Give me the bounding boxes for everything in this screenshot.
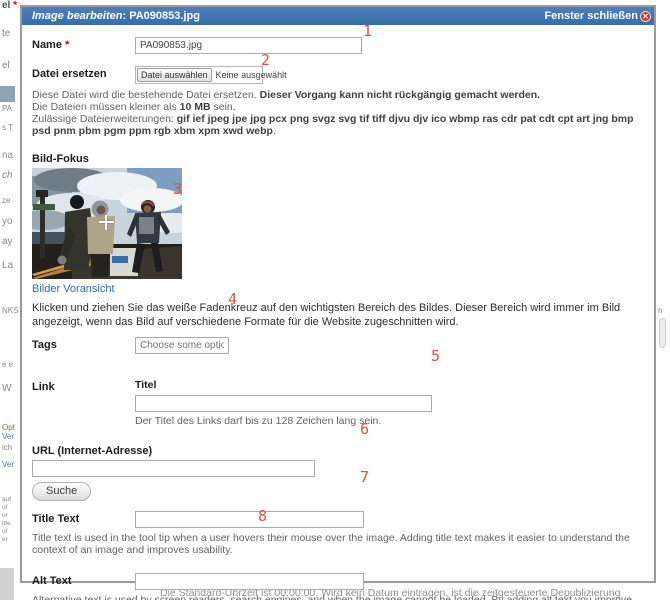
bg-text-fragment: e e	[2, 360, 14, 369]
choose-file-button[interactable]: Datei auswählen	[137, 68, 212, 82]
link-title-label: Titel	[135, 379, 157, 391]
bg-text-fragment: n	[658, 306, 663, 315]
page-scrollbar[interactable]	[659, 318, 666, 348]
annotation-4: 4	[228, 290, 238, 308]
url-input[interactable]	[32, 460, 315, 477]
bg-text-fragment: PA	[2, 104, 13, 113]
bg-link-fragment: Opt	[2, 423, 15, 432]
bg-text-fragment: s T	[2, 123, 13, 132]
close-icon[interactable]: ✕	[640, 10, 651, 22]
name-label: Name *	[32, 39, 70, 51]
image-focus-label: Bild-Fokus	[32, 153, 89, 165]
bg-text-fragment: ch	[2, 170, 13, 181]
file-status-text: Keine ausgewählt	[215, 70, 287, 80]
bg-text-fragment: ze	[2, 196, 11, 205]
annotation-6: 6	[360, 420, 370, 438]
edit-image-dialog: Image bearbeiten: PA090853.jpg Fenster s…	[20, 5, 656, 600]
replace-file-label: Datei ersetzen	[32, 68, 107, 80]
bg-text-fragment: ich	[2, 443, 13, 452]
bg-link-fragment: Ver	[2, 460, 15, 469]
alt-text-help: Alternative text is used by screen reade…	[32, 594, 633, 600]
bg-sidebar-fragment	[0, 568, 14, 600]
bg-text-fragment: yo	[2, 216, 13, 227]
close-window-label: Fenster schließen	[544, 10, 638, 22]
title-text-help: Title text is used in the tool tip when …	[32, 532, 630, 556]
bg-text-fragment: auf uf ur itte uf er	[2, 496, 12, 543]
annotation-3: 3	[173, 180, 183, 198]
bg-text-fragment: na	[2, 150, 14, 161]
bg-text-fragment: te	[2, 28, 11, 39]
dialog-title: Image bearbeiten: PA090853.jpg	[32, 10, 200, 22]
search-button[interactable]: Suche	[32, 482, 92, 501]
bg-text-fragment: W	[2, 383, 12, 394]
focus-help: Klicken und ziehen Sie das weiße Fadenkr…	[32, 302, 621, 328]
replace-file-help: Diese Datei wird die bestehende Datei er…	[32, 89, 634, 137]
bg-thumbnail-fragment	[0, 86, 15, 102]
title-text-label: Title Text	[32, 513, 80, 525]
focus-image[interactable]	[32, 168, 182, 279]
alt-text-label: Alt Text	[32, 575, 72, 587]
bg-text-fragment: ay	[2, 236, 13, 247]
annotation-8: 8	[258, 507, 268, 525]
focus-crosshair[interactable]	[99, 215, 114, 230]
alt-text-input[interactable]	[135, 573, 364, 590]
annotation-2: 2	[261, 51, 271, 69]
link-title-help: Der Titel des Links darf bis zu 128 Zeic…	[135, 415, 382, 427]
annotation-7: 7	[360, 468, 370, 486]
annotation-1: 1	[363, 22, 373, 40]
name-input[interactable]	[135, 37, 362, 54]
bg-text-fragment: el	[2, 60, 10, 71]
link-title-input[interactable]	[135, 395, 432, 412]
dialog-titlebar[interactable]: Image bearbeiten: PA090853.jpg Fenster s…	[22, 7, 654, 25]
close-window-button[interactable]: Fenster schließen ✕	[544, 10, 651, 22]
tags-input[interactable]	[135, 337, 229, 354]
tags-label: Tags	[32, 339, 57, 351]
image-preview-link[interactable]: Bilder Voransicht	[32, 283, 115, 295]
bg-text-fragment: La	[2, 260, 14, 271]
file-upload-control[interactable]: Datei auswählen Keine ausgewählt	[135, 66, 287, 84]
annotation-5: 5	[431, 347, 441, 365]
bg-link-fragment: Ver	[2, 432, 15, 441]
url-label: URL (Internet-Adresse)	[32, 445, 153, 457]
bg-text-fragment: el *	[2, 0, 18, 11]
bg-text-fragment: NKS	[2, 306, 19, 315]
link-label: Link	[32, 381, 55, 393]
title-text-input[interactable]	[135, 511, 364, 528]
